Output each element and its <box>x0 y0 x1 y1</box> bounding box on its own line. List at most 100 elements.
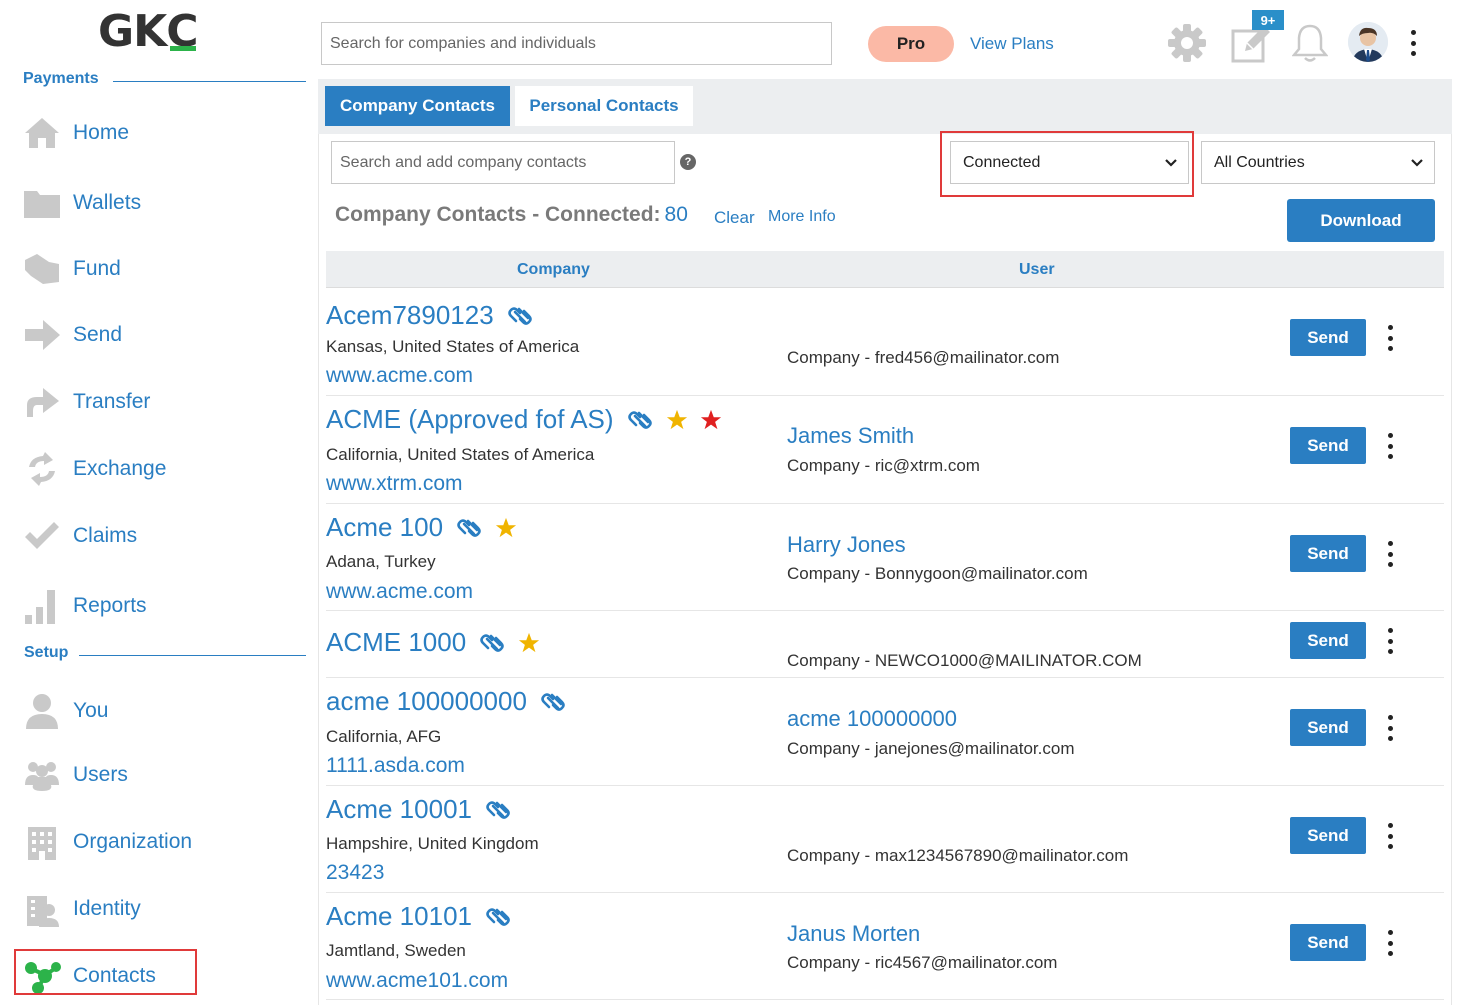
user-email: Company - Bonnygoon@mailinator.com <box>787 564 1088 583</box>
user-name-link[interactable]: Janus Morten <box>787 921 920 947</box>
red-star-icon[interactable] <box>700 409 722 431</box>
gold-star-icon[interactable] <box>495 517 517 539</box>
row-more-options-icon[interactable] <box>1382 541 1398 567</box>
country-value: All Countries <box>1214 153 1305 171</box>
company-name-link[interactable]: ACME 1000 <box>326 627 466 658</box>
gold-star-icon[interactable] <box>666 409 688 431</box>
company-name-cell: Acem7890123 <box>326 300 534 331</box>
send-button[interactable]: Send <box>1290 924 1366 961</box>
company-website-link[interactable]: 1111.asda.com <box>326 754 465 778</box>
home-icon <box>22 113 62 153</box>
company-name-cell: Acme 10101 <box>326 901 512 932</box>
pro-badge[interactable]: Pro <box>868 26 954 62</box>
app-logo[interactable]: GKC <box>98 6 199 57</box>
row-more-options-icon[interactable] <box>1382 628 1398 654</box>
company-location: Kansas, United States of America <box>326 337 580 356</box>
company-name-link[interactable]: Acme 10001 <box>326 794 472 825</box>
tab-company-contacts[interactable]: Company Contacts <box>325 86 510 126</box>
row-more-options-icon[interactable] <box>1382 930 1398 956</box>
company-website-link[interactable]: www.acme101.com <box>326 969 508 993</box>
connected-link-icon <box>478 632 506 654</box>
company-name-link[interactable]: Acme 100 <box>326 512 443 543</box>
company-name-link[interactable]: ACME (Approved fof AS) <box>326 404 614 435</box>
sidebar-item-reports[interactable]: Reports <box>22 584 147 628</box>
user-name-link[interactable]: acme 100000000 <box>787 706 957 732</box>
company-location: California, AFG <box>326 727 442 746</box>
user-name-link[interactable]: Harry Jones <box>787 532 906 558</box>
company-name-link[interactable]: acme 100000000 <box>326 686 527 717</box>
bar-chart-icon <box>22 586 62 626</box>
view-plans-link[interactable]: View Plans <box>970 34 1054 54</box>
company-website-link[interactable]: www.xtrm.com <box>326 472 463 496</box>
exchange-icon <box>22 449 62 489</box>
help-icon[interactable]: ? <box>680 154 696 170</box>
sidebar-item-users[interactable]: Users <box>22 753 128 797</box>
clear-filter-link[interactable]: Clear <box>714 208 755 228</box>
identity-icon <box>22 889 62 929</box>
send-button[interactable]: Send <box>1290 319 1366 356</box>
user-icon <box>22 691 62 731</box>
send-button[interactable]: Send <box>1290 427 1366 464</box>
company-name-link[interactable]: Acme 10101 <box>326 901 472 932</box>
column-header-company[interactable]: Company <box>517 261 590 279</box>
bell-icon[interactable] <box>1290 22 1330 64</box>
sidebar-item-you[interactable]: You <box>22 689 108 733</box>
sidebar-item-wallets[interactable]: Wallets <box>22 181 141 225</box>
user-email: Company - ric4567@mailinator.com <box>787 953 1058 972</box>
table-row: Acme 100 Adana, Turkey www.acme.com Harry J… <box>326 504 1444 611</box>
sidebar-item-claims[interactable]: Claims <box>22 514 137 558</box>
summary-label: Company Contacts - Connected: <box>335 203 661 226</box>
row-more-options-icon[interactable] <box>1382 823 1398 849</box>
send-button[interactable]: Send <box>1290 622 1366 659</box>
global-search-input[interactable] <box>321 22 832 65</box>
sidebar-item-send[interactable]: Send <box>22 313 122 357</box>
sidebar-item-label: You <box>73 699 109 722</box>
company-location: Adana, Turkey <box>326 552 436 571</box>
country-select[interactable]: All Countries <box>1201 141 1435 184</box>
notes-count-badge: 9+ <box>1252 10 1284 30</box>
company-website-link[interactable]: www.acme.com <box>326 364 473 388</box>
row-more-options-icon[interactable] <box>1382 325 1398 351</box>
sidebar-item-label: Identity <box>73 897 141 920</box>
sidebar-item-label: Send <box>73 323 123 346</box>
avatar[interactable] <box>1348 22 1388 62</box>
company-location: Hampshire, United Kingdom <box>326 834 539 853</box>
company-contact-search-input[interactable] <box>331 141 675 184</box>
user-email: Company - max1234567890@mailinator.com <box>787 846 1129 865</box>
company-location: Jamtland, Sweden <box>326 941 466 960</box>
sidebar-item-home[interactable]: Home <box>22 111 129 155</box>
table-row: ACME 1000 Company - NEWCO1000@MAILINATOR.… <box>326 611 1444 678</box>
sidebar-item-organization[interactable]: Organization <box>22 820 192 864</box>
contacts-highlight-box <box>14 949 197 995</box>
more-info-link[interactable]: More Info <box>768 208 836 226</box>
sidebar-item-transfer[interactable]: Transfer <box>22 380 150 424</box>
check-icon <box>22 516 62 556</box>
company-website-link[interactable]: 23423 <box>326 861 384 885</box>
sidebar-item-label: Organization <box>73 830 193 853</box>
fund-icon <box>22 249 62 289</box>
gold-star-icon[interactable] <box>518 632 540 654</box>
user-email: Company - fred456@mailinator.com <box>787 348 1060 367</box>
send-button[interactable]: Send <box>1290 817 1366 854</box>
download-button[interactable]: Download <box>1287 199 1435 242</box>
company-name-cell: ACME 1000 <box>326 627 540 658</box>
more-options-icon[interactable] <box>1404 30 1422 56</box>
row-more-options-icon[interactable] <box>1382 715 1398 741</box>
send-button[interactable]: Send <box>1290 709 1366 746</box>
connected-link-icon <box>539 691 567 713</box>
sidebar-item-exchange[interactable]: Exchange <box>22 447 166 491</box>
column-header-user[interactable]: User <box>1019 261 1055 279</box>
sidebar-item-fund[interactable]: Fund <box>22 247 121 291</box>
row-more-options-icon[interactable] <box>1382 433 1398 459</box>
sidebar-item-label: Fund <box>73 257 121 280</box>
transfer-icon <box>22 382 62 422</box>
connected-link-icon <box>484 799 512 821</box>
company-name-link[interactable]: Acem7890123 <box>326 300 494 331</box>
user-name-link[interactable]: James Smith <box>787 423 914 449</box>
company-website-link[interactable]: www.acme.com <box>326 580 473 604</box>
building-icon <box>22 822 62 862</box>
send-button[interactable]: Send <box>1290 535 1366 572</box>
sidebar-item-identity[interactable]: Identity <box>22 887 141 931</box>
tab-personal-contacts[interactable]: Personal Contacts <box>515 86 693 126</box>
gear-icon[interactable] <box>1166 22 1208 64</box>
